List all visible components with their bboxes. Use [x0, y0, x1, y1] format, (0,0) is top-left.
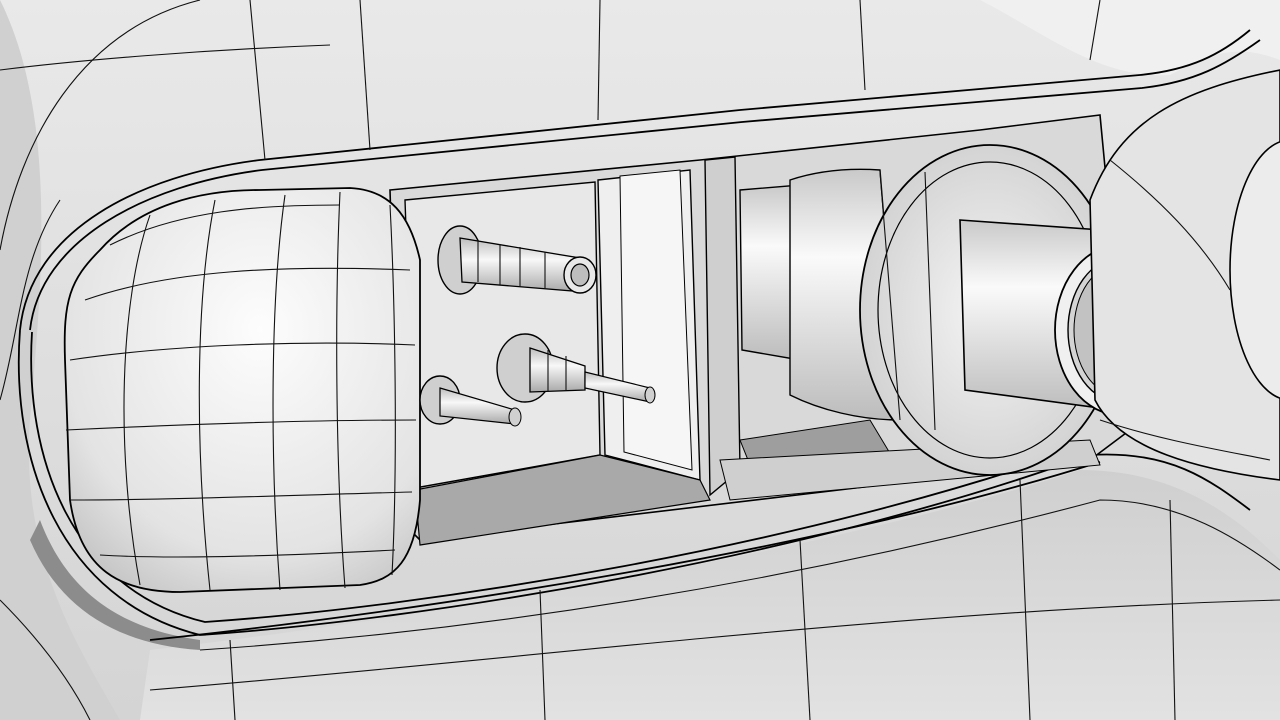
end-cap-block — [63, 187, 421, 593]
cad-viewport[interactable] — [0, 0, 1280, 720]
model-render — [0, 0, 1280, 720]
